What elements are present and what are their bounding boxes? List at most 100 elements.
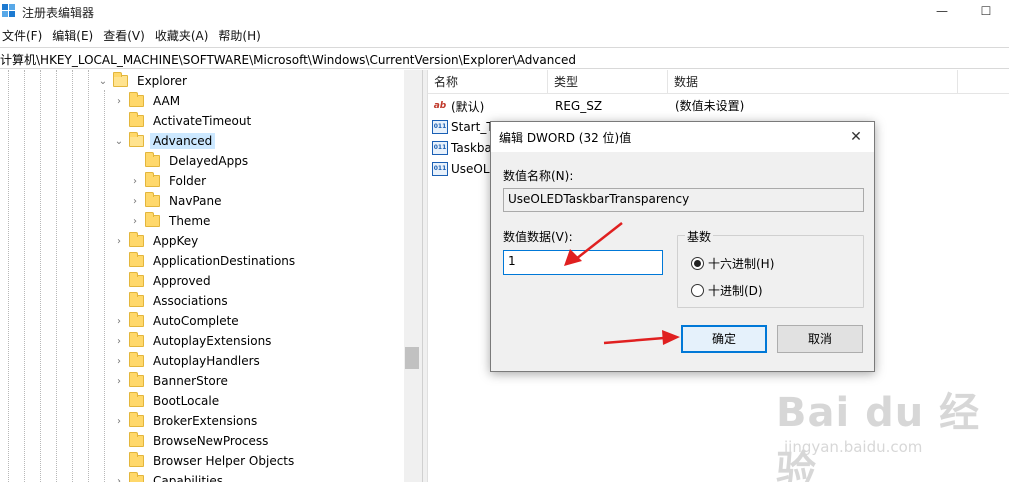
- tree-item-label: AutoplayHandlers: [153, 354, 260, 368]
- window-title: 注册表编辑器: [22, 6, 95, 20]
- tree-item-explorer[interactable]: ⌄ Explorer: [96, 71, 190, 91]
- tree-item[interactable]: Approved: [112, 271, 214, 291]
- tree-item[interactable]: › AutoplayExtensions: [112, 331, 274, 351]
- tree-item-label: DelayedApps: [169, 154, 249, 168]
- menu-file[interactable]: 文件(F): [0, 27, 48, 44]
- tree-item-label: NavPane: [169, 194, 222, 208]
- folder-icon: [129, 292, 144, 307]
- string-value-icon: ab: [433, 101, 447, 111]
- folder-icon: [129, 352, 144, 367]
- tree-item[interactable]: › Theme: [128, 211, 213, 231]
- tree-scrollbar[interactable]: [404, 70, 422, 482]
- chevron-right-icon[interactable]: ›: [128, 176, 142, 187]
- tree-item-label: Theme: [169, 214, 211, 228]
- tree-item[interactable]: › AAM: [112, 91, 183, 111]
- cancel-button[interactable]: 取消: [777, 325, 863, 353]
- tree-item[interactable]: ActivateTimeout: [112, 111, 254, 131]
- tree-item-label: Browser Helper Objects: [153, 454, 295, 468]
- folder-icon: [145, 192, 160, 207]
- folder-icon: [145, 152, 160, 167]
- menu-help[interactable]: 帮助(H): [216, 27, 266, 44]
- value-data-label: 数值数据(V):: [503, 230, 573, 244]
- address-bar[interactable]: 计算机\HKEY_LOCAL_MACHINE\SOFTWARE\Microsof…: [0, 47, 1009, 69]
- radio-unselected-icon[interactable]: [691, 284, 704, 297]
- minimize-button[interactable]: —: [922, 0, 962, 24]
- tree-item[interactable]: BrowseNewProcess: [112, 431, 271, 451]
- value-type: REG_SZ: [555, 99, 603, 113]
- tree-scrollbar-thumb[interactable]: [405, 347, 419, 369]
- chevron-right-icon[interactable]: ›: [112, 376, 126, 387]
- edit-dword-dialog: 编辑 DWORD (32 位)值 ✕ 数值名称(N): UseOLEDTaskb…: [490, 121, 875, 372]
- value-data-input[interactable]: 1: [503, 250, 663, 275]
- tree-item[interactable]: Browser Helper Objects: [112, 451, 297, 471]
- ok-button[interactable]: 确定: [681, 325, 767, 353]
- chevron-down-icon[interactable]: ⌄: [112, 136, 126, 147]
- tree-item[interactable]: › BrokerExtensions: [112, 411, 260, 431]
- chevron-right-icon[interactable]: ›: [128, 216, 142, 227]
- value-name-label: 数值名称(N):: [503, 169, 574, 183]
- tree-guide-line: [88, 70, 89, 482]
- tree-item[interactable]: › Capabilities: [112, 471, 226, 482]
- tree-item[interactable]: › NavPane: [128, 191, 224, 211]
- column-data[interactable]: 数据: [668, 70, 958, 94]
- watermark: Bai du 经验 jingyan.baidu.com: [776, 380, 1006, 482]
- tree-item[interactable]: › AutoplayHandlers: [112, 351, 263, 371]
- folder-icon: [129, 312, 144, 327]
- tree-item[interactable]: BootLocale: [112, 391, 222, 411]
- menu-view[interactable]: 查看(V): [101, 27, 151, 44]
- watermark-brand: Bai du 经验: [776, 390, 981, 482]
- chevron-right-icon[interactable]: ›: [112, 236, 126, 247]
- key-tree: ⌄ Explorer › AAM ActivateTimeout ⌄ Advanced D…: [0, 70, 422, 482]
- folder-icon: [129, 252, 144, 267]
- tree-item-label: BannerStore: [153, 374, 228, 388]
- chevron-right-icon[interactable]: ›: [112, 316, 126, 327]
- tree-item[interactable]: › Folder: [128, 171, 209, 191]
- chevron-right-icon[interactable]: ›: [128, 196, 142, 207]
- dialog-title: 编辑 DWORD (32 位)值: [499, 131, 632, 145]
- folder-icon: [129, 272, 144, 287]
- maximize-button[interactable]: ☐: [966, 0, 1006, 24]
- tree-item-label: AutoplayExtensions: [153, 334, 272, 348]
- chevron-right-icon[interactable]: ›: [112, 356, 126, 367]
- chevron-right-icon[interactable]: ›: [112, 336, 126, 347]
- folder-icon: [129, 92, 144, 107]
- tree-item[interactable]: ApplicationDestinations: [112, 251, 298, 271]
- chevron-right-icon[interactable]: ›: [112, 96, 126, 107]
- radio-hexadecimal[interactable]: 十六进制(H): [691, 255, 774, 272]
- menu-edit[interactable]: 编辑(E): [50, 27, 99, 44]
- tree-item[interactable]: ⌄ Advanced: [112, 131, 216, 151]
- tree-item[interactable]: › BannerStore: [112, 371, 231, 391]
- tree-item[interactable]: › AutoComplete: [112, 311, 242, 331]
- radio-selected-icon[interactable]: [691, 257, 704, 270]
- folder-icon: [129, 232, 144, 247]
- folder-icon: [129, 472, 144, 482]
- radio-decimal[interactable]: 十进制(D): [691, 282, 763, 299]
- column-type[interactable]: 类型: [548, 70, 668, 94]
- close-icon[interactable]: ✕: [842, 125, 870, 149]
- address-path[interactable]: 计算机\HKEY_LOCAL_MACHINE\SOFTWARE\Microsof…: [0, 51, 576, 68]
- tree-item-label: Approved: [153, 274, 211, 288]
- folder-open-icon: [113, 72, 128, 87]
- chevron-right-icon[interactable]: ›: [112, 416, 126, 427]
- chevron-down-icon[interactable]: ⌄: [96, 76, 110, 87]
- tree-item[interactable]: › AppKey: [112, 231, 201, 251]
- folder-icon: [145, 212, 160, 227]
- chevron-right-icon[interactable]: ›: [112, 476, 126, 482]
- tree-guide-line: [8, 70, 9, 482]
- tree-item-label: ApplicationDestinations: [153, 254, 296, 268]
- folder-icon: [129, 132, 144, 147]
- tree-item-label: AppKey: [153, 234, 199, 248]
- tree-item[interactable]: Associations: [112, 291, 231, 311]
- dialog-title-bar: 编辑 DWORD (32 位)值 ✕: [491, 122, 874, 152]
- folder-icon: [129, 392, 144, 407]
- tree-item[interactable]: DelayedApps: [128, 151, 251, 171]
- value-row[interactable]: ab (默认) REG_SZ (数值未设置): [432, 96, 992, 116]
- tree-item-label: Associations: [153, 294, 228, 308]
- menu-favorites[interactable]: 收藏夹(A): [153, 27, 215, 44]
- binary-value-icon: 011: [432, 141, 448, 155]
- column-name[interactable]: 名称: [428, 70, 548, 94]
- tree-guide-line: [104, 90, 105, 482]
- folder-icon: [129, 412, 144, 427]
- tree-item-label: BrowseNewProcess: [153, 434, 269, 448]
- folder-icon: [129, 432, 144, 447]
